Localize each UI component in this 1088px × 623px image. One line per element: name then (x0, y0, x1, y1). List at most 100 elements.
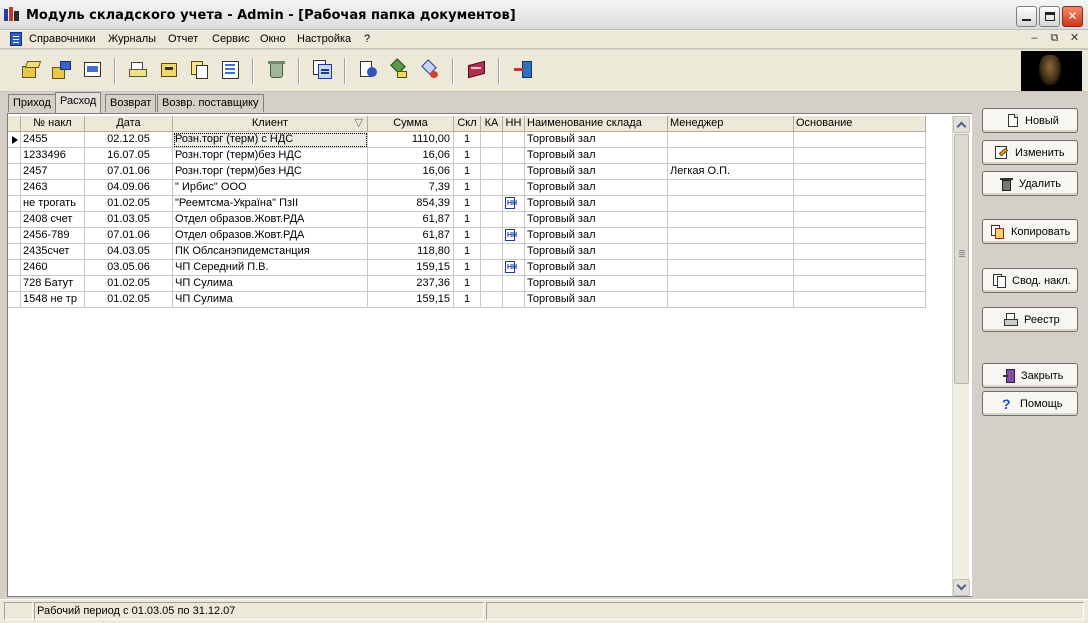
row-indicator[interactable] (8, 292, 21, 308)
cell-doc-number[interactable]: 1233496 (21, 148, 85, 164)
cell-manager[interactable] (668, 196, 794, 212)
cell-client[interactable]: Отдел образов.Жовт.РДА (173, 228, 368, 244)
menu-window[interactable]: Окно (260, 33, 286, 45)
cell-manager[interactable]: Легкая О.П. (668, 164, 794, 180)
cell-ka[interactable] (481, 196, 503, 212)
cell-doc-number[interactable]: не трогать (21, 196, 85, 212)
cell-date[interactable]: 04.09.06 (85, 180, 173, 196)
cell-basis[interactable] (794, 260, 926, 276)
maximize-button[interactable] (1039, 6, 1060, 27)
documents-grid[interactable]: № накл Дата Клиент ▽ Сумма Скл КА НН Наи… (7, 113, 972, 597)
cell-basis[interactable] (794, 180, 926, 196)
cell-date[interactable]: 07.01.06 (85, 164, 173, 180)
cell-manager[interactable] (668, 244, 794, 260)
cell-warehouse-no[interactable]: 1 (454, 164, 481, 180)
row-indicator[interactable] (8, 244, 21, 260)
header-client[interactable]: Клиент ▽ (173, 116, 368, 132)
exit-button[interactable] (512, 59, 534, 81)
book-button[interactable] (466, 59, 488, 81)
table-row[interactable]: не трогать 01.02.05 "Реемтсма-Україна" ПзІ… (8, 196, 926, 212)
cell-client[interactable]: ЧП Сулима (173, 276, 368, 292)
cell-basis[interactable] (794, 244, 926, 260)
tax-invoice-icon[interactable]: НН (505, 197, 518, 210)
cell-manager[interactable] (668, 260, 794, 276)
header-warehouse-no[interactable]: Скл (454, 116, 481, 132)
row-indicator[interactable] (8, 148, 21, 164)
cell-client[interactable]: Отдел образов.Жовт.РДА (173, 212, 368, 228)
cell-basis[interactable] (794, 132, 926, 148)
cell-warehouse-no[interactable]: 1 (454, 276, 481, 292)
cell-doc-number[interactable]: 2463 (21, 180, 85, 196)
cell-doc-number[interactable]: 2456-789 (21, 228, 85, 244)
cell-client[interactable]: Розн.торг (терм)без НДС (173, 164, 368, 180)
table-row[interactable]: 2460 03.05.06 ЧП Середний П.В. 159,15 1 НН Тор… (8, 260, 926, 276)
cell-basis[interactable] (794, 148, 926, 164)
header-nn[interactable]: НН (503, 116, 525, 132)
cell-date[interactable]: 01.02.05 (85, 276, 173, 292)
cell-sum[interactable]: 159,15 (368, 292, 454, 308)
cell-ka[interactable] (481, 244, 503, 260)
cell-doc-number[interactable]: 2408 счет (21, 212, 85, 228)
menu-help[interactable]: ? (364, 33, 370, 45)
table-row[interactable]: 2456-789 07.01.06 Отдел образов.Жовт.РДА 61… (8, 228, 926, 244)
cell-ka[interactable] (481, 164, 503, 180)
cell-doc-number[interactable]: 2460 (21, 260, 85, 276)
table-row[interactable]: 2457 07.01.06 Розн.торг (терм)без НДС 16,0… (8, 164, 926, 180)
cell-sum[interactable]: 1110,00 (368, 132, 454, 148)
cell-warehouse-name[interactable]: Торговый зал (525, 276, 668, 292)
header-date[interactable]: Дата (85, 116, 173, 132)
table-row[interactable]: 2435счет 04.03.05 ПК Облсанэпидемстанция 11… (8, 244, 926, 260)
tab-supplier-return[interactable]: Возвр. поставщику (157, 94, 264, 112)
cell-date[interactable]: 02.12.05 (85, 132, 173, 148)
vertical-scrollbar[interactable] (952, 116, 970, 596)
cell-date[interactable]: 01.02.05 (85, 196, 173, 212)
cell-basis[interactable] (794, 276, 926, 292)
cell-sum[interactable]: 237,36 (368, 276, 454, 292)
cell-nn[interactable] (503, 292, 525, 308)
minimize-button[interactable] (1016, 6, 1037, 27)
new-button[interactable]: Новый (982, 108, 1078, 133)
cell-nn[interactable] (503, 132, 525, 148)
header-warehouse-name[interactable]: Наименование склада (525, 116, 668, 132)
cell-doc-number[interactable]: 728 Батут (21, 276, 85, 292)
row-indicator[interactable] (8, 164, 21, 180)
header-ka[interactable]: КА (481, 116, 503, 132)
cell-client[interactable]: " Ирбис" ООО (173, 180, 368, 196)
cell-manager[interactable] (668, 180, 794, 196)
menu-directories[interactable]: Справочники (29, 33, 96, 45)
copy-doc-button[interactable] (189, 59, 211, 81)
header-manager[interactable]: Менеджер (668, 116, 794, 132)
send-button[interactable] (420, 59, 442, 81)
cell-warehouse-no[interactable]: 1 (454, 148, 481, 164)
tab-income[interactable]: Приход (8, 94, 56, 112)
cell-ka[interactable] (481, 180, 503, 196)
cell-sum[interactable]: 118,80 (368, 244, 454, 260)
edit-button[interactable]: Изменить (982, 140, 1078, 165)
tax-invoice-icon[interactable]: НН (505, 229, 518, 242)
row-indicator[interactable] (8, 132, 21, 148)
menu-report[interactable]: Отчет (168, 33, 198, 45)
cell-date[interactable]: 07.01.06 (85, 228, 173, 244)
cell-sum[interactable]: 61,87 (368, 228, 454, 244)
cell-ka[interactable] (481, 132, 503, 148)
cell-warehouse-name[interactable]: Торговый зал (525, 292, 668, 308)
cell-ka[interactable] (481, 260, 503, 276)
close-window-button[interactable]: ✕ (1062, 6, 1083, 27)
cell-warehouse-no[interactable]: 1 (454, 244, 481, 260)
income-doc-button[interactable] (20, 59, 42, 81)
cell-doc-number[interactable]: 1548 не тр (21, 292, 85, 308)
header-basis[interactable]: Основание (794, 116, 926, 132)
scroll-down-button[interactable] (953, 579, 970, 596)
tab-return[interactable]: Возврат (105, 94, 157, 112)
scroll-thumb[interactable] (954, 134, 969, 384)
cell-client[interactable]: ПК Облсанэпидемстанция (173, 244, 368, 260)
cell-sum[interactable]: 7,39 (368, 180, 454, 196)
menu-service[interactable]: Сервис (212, 33, 250, 45)
cell-warehouse-no[interactable]: 1 (454, 260, 481, 276)
cell-nn[interactable]: НН (503, 196, 525, 212)
cell-sum[interactable]: 61,87 (368, 212, 454, 228)
cell-warehouse-name[interactable]: Торговый зал (525, 148, 668, 164)
header-doc-number[interactable]: № накл (21, 116, 85, 132)
cell-nn[interactable] (503, 164, 525, 180)
table-row[interactable]: 728 Батут 01.02.05 ЧП Сулима 237,36 1 Торговы… (8, 276, 926, 292)
